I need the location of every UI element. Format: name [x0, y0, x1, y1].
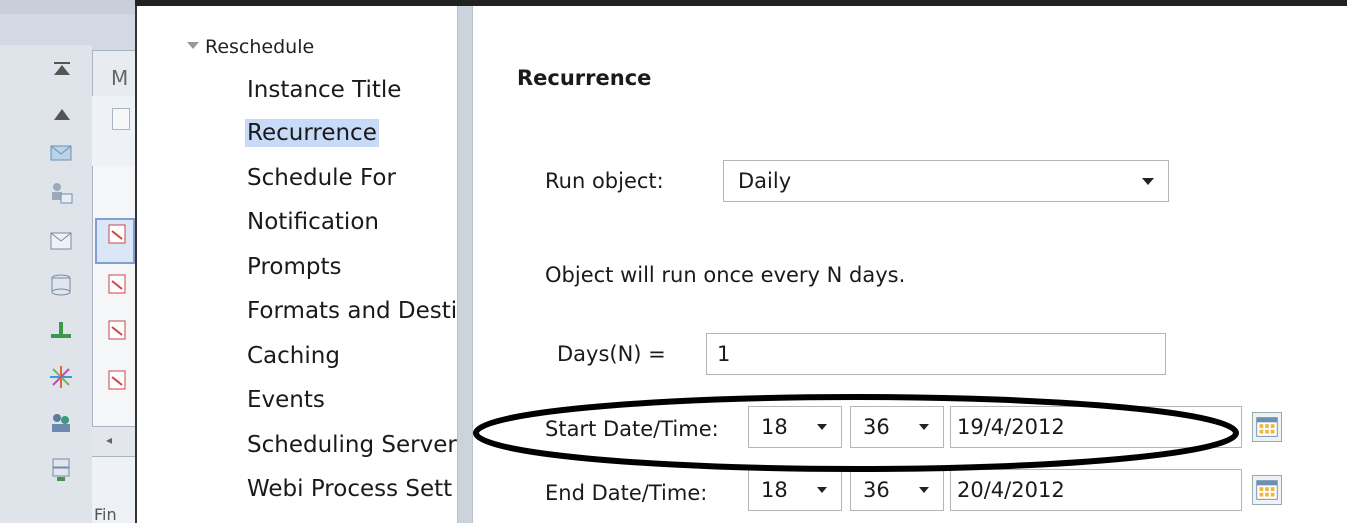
end-hour-select[interactable]: 18: [748, 469, 842, 511]
tree-item-notification[interactable]: Notification: [245, 208, 381, 236]
report-icon: [108, 224, 126, 244]
inbox-icon[interactable]: [48, 228, 74, 254]
tree-root-label: Reschedule: [205, 36, 315, 58]
tree-item-scheduling-server[interactable]: Scheduling Server: [245, 431, 459, 459]
tree-item-events[interactable]: Events: [245, 386, 327, 414]
background-app-panel: M ◂ Fin: [0, 0, 135, 523]
chevron-down-icon: [1142, 178, 1154, 185]
start-hour-select[interactable]: 18: [748, 406, 842, 448]
run-object-value: Daily: [738, 169, 792, 193]
run-object-label: Run object:: [545, 169, 664, 193]
tree-item-schedule-for[interactable]: Schedule For: [245, 164, 398, 192]
end-hour-value: 18: [761, 478, 788, 502]
days-label: Days(N) =: [557, 342, 666, 366]
calendar-icon[interactable]: [1252, 412, 1282, 442]
background-bottom-panel: Fin: [92, 456, 135, 523]
chevron-down-icon: [817, 424, 827, 430]
start-hour-value: 18: [761, 415, 788, 439]
background-top-bar: [0, 0, 135, 14]
tree-item-recurrence[interactable]: Recurrence: [245, 119, 379, 147]
background-icon-column: [0, 45, 92, 523]
tree-item-prompts[interactable]: Prompts: [245, 253, 344, 281]
end-datetime-label: End Date/Time:: [545, 481, 708, 505]
tree-item-instance-title[interactable]: Instance Title: [245, 76, 403, 104]
panel-splitter[interactable]: [457, 6, 473, 523]
expand-triangle-icon[interactable]: [187, 42, 199, 49]
calendar-icon[interactable]: [1252, 475, 1282, 505]
end-date-input[interactable]: 20/4/2012: [950, 469, 1242, 511]
document-icon[interactable]: [112, 108, 130, 130]
database-icon[interactable]: [48, 272, 74, 298]
navigation-tree: Reschedule Instance Title Recurrence Sch…: [137, 6, 457, 523]
recurrence-panel: Recurrence Run object: Daily Object will…: [473, 6, 1347, 523]
tree-item-formats-and-destinations[interactable]: Formats and Desti: [245, 297, 459, 325]
chevron-down-icon: [919, 487, 929, 493]
scroll-up-icon[interactable]: [52, 108, 72, 122]
network-icon[interactable]: [48, 318, 74, 344]
background-toolbar: [92, 96, 135, 166]
chevron-down-icon: [919, 424, 929, 430]
tree-item-caching[interactable]: Caching: [245, 342, 342, 370]
run-object-select[interactable]: Daily: [723, 160, 1169, 202]
background-tab[interactable]: M: [92, 50, 135, 96]
tree-root-reschedule[interactable]: Reschedule: [187, 36, 314, 58]
people-icon[interactable]: [48, 410, 74, 436]
scroll-left-icon[interactable]: ◂: [92, 426, 135, 456]
server-icon[interactable]: [48, 456, 74, 482]
days-input[interactable]: 1: [706, 333, 1166, 375]
report-icon: [108, 320, 126, 340]
start-datetime-label: Start Date/Time:: [545, 417, 719, 441]
tree-item-webi-process-settings[interactable]: Webi Process Sett: [245, 475, 454, 503]
start-minute-select[interactable]: 36: [850, 406, 944, 448]
report-icon: [108, 370, 126, 390]
user-group-icon[interactable]: [48, 180, 74, 206]
end-minute-select[interactable]: 36: [850, 469, 944, 511]
start-date-input[interactable]: 19/4/2012: [950, 406, 1242, 448]
report-icon: [108, 274, 126, 294]
burst-icon[interactable]: [48, 364, 74, 390]
mail-folder-icon[interactable]: [48, 140, 74, 166]
background-bottom-label: Fin: [94, 505, 117, 523]
recurrence-description: Object will run once every N days.: [545, 263, 906, 287]
section-title: Recurrence: [517, 66, 652, 90]
end-minute-value: 36: [863, 478, 890, 502]
reschedule-dialog: Reschedule Instance Title Recurrence Sch…: [135, 6, 1347, 523]
scroll-to-top-icon[interactable]: [52, 62, 72, 76]
start-minute-value: 36: [863, 415, 890, 439]
chevron-down-icon: [817, 487, 827, 493]
